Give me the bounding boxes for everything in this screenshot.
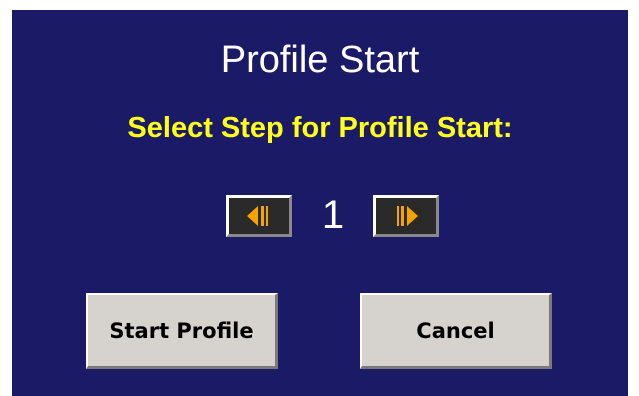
step-prompt: Select Step for Profile Start: (127, 112, 513, 144)
dialog-title: Profile Start (220, 39, 420, 81)
step-forward-icon (397, 206, 418, 226)
start-profile-button[interactable]: Start Profile (86, 293, 278, 369)
next-step-button[interactable] (373, 195, 439, 237)
step-back-icon (247, 206, 268, 226)
previous-step-button[interactable] (226, 195, 292, 237)
cancel-button[interactable]: Cancel (360, 293, 552, 369)
profile-start-dialog: Profile Start Select Step for Profile St… (12, 10, 628, 396)
step-number: 1 (321, 193, 345, 237)
